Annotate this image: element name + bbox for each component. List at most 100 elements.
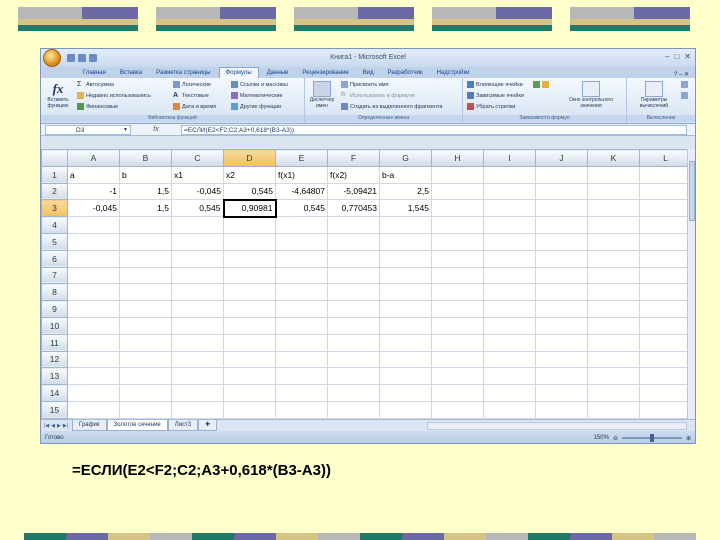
row-header[interactable]: 4 <box>41 216 68 234</box>
error-checking-icon[interactable] <box>542 81 549 88</box>
cell[interactable] <box>379 283 432 302</box>
cell[interactable] <box>431 316 484 335</box>
cell[interactable] <box>483 165 536 184</box>
cell[interactable] <box>119 384 172 402</box>
cell[interactable] <box>431 249 484 268</box>
logical-functions-button[interactable]: Логические <box>173 81 211 88</box>
cell[interactable] <box>587 199 640 218</box>
cell[interactable] <box>171 400 224 419</box>
cell[interactable] <box>379 384 432 402</box>
cell[interactable] <box>327 266 380 285</box>
cell[interactable] <box>483 182 536 201</box>
use-in-formula-button[interactable]: fx Использовать в формуле <box>341 92 415 99</box>
cell[interactable] <box>431 384 484 402</box>
cell[interactable] <box>171 283 224 302</box>
cell[interactable] <box>275 216 328 234</box>
cell[interactable] <box>483 249 536 268</box>
row-header[interactable]: 12 <box>41 350 68 369</box>
cell[interactable] <box>275 249 328 268</box>
cell[interactable] <box>639 232 692 251</box>
cell[interactable] <box>431 300 484 318</box>
cell[interactable] <box>587 249 640 268</box>
cell[interactable]: x1 <box>171 165 224 184</box>
cell[interactable] <box>587 367 640 386</box>
column-header[interactable]: D <box>223 149 276 167</box>
lookup-functions-button[interactable]: Ссылки и массивы <box>231 81 288 88</box>
cell[interactable] <box>535 249 588 268</box>
text-functions-button[interactable]: A Текстовые <box>173 92 209 99</box>
cell[interactable]: 0,770453 <box>327 199 380 218</box>
cell[interactable] <box>639 316 692 335</box>
cell[interactable] <box>431 216 484 234</box>
recent-functions-button[interactable]: Недавно использовались <box>77 92 151 99</box>
cell[interactable]: 0,90981 <box>222 198 277 218</box>
cell[interactable] <box>223 266 276 285</box>
cell[interactable] <box>587 232 640 251</box>
cell[interactable] <box>275 400 328 419</box>
cell[interactable]: 1,545 <box>379 199 432 218</box>
cell[interactable] <box>327 367 380 386</box>
cell[interactable] <box>223 367 276 386</box>
cell[interactable] <box>431 182 484 201</box>
show-formulas-icon[interactable] <box>533 81 540 88</box>
cell[interactable] <box>327 216 380 234</box>
cell[interactable] <box>639 367 692 386</box>
cell[interactable] <box>431 165 484 184</box>
cell[interactable] <box>67 350 120 369</box>
cell[interactable] <box>171 266 224 285</box>
row-header[interactable]: 5 <box>41 232 68 251</box>
row-header[interactable]: 7 <box>41 266 68 285</box>
cell[interactable] <box>483 350 536 369</box>
ribbon-tab[interactable]: Разработчик <box>382 68 429 78</box>
next-sheet-icon[interactable]: ▶ <box>57 423 61 429</box>
cell[interactable] <box>535 266 588 285</box>
cell[interactable] <box>587 333 640 352</box>
cell[interactable] <box>587 165 640 184</box>
cell[interactable] <box>535 400 588 419</box>
ribbon-tab[interactable]: Формулы <box>218 67 259 78</box>
cell[interactable] <box>327 400 380 419</box>
assign-name-button[interactable]: Присвоить имя <box>341 81 389 88</box>
cell[interactable] <box>223 333 276 352</box>
column-header[interactable]: F <box>327 149 380 167</box>
cell[interactable] <box>275 283 328 302</box>
cell[interactable] <box>535 283 588 302</box>
cell[interactable] <box>483 216 536 234</box>
cell[interactable] <box>639 249 692 268</box>
cell[interactable] <box>587 384 640 402</box>
cell[interactable] <box>171 316 224 335</box>
cell[interactable] <box>535 199 588 218</box>
cell[interactable] <box>223 216 276 234</box>
cell[interactable]: 1,5 <box>119 199 172 218</box>
cell[interactable]: 0,545 <box>223 182 276 201</box>
cell[interactable] <box>67 249 120 268</box>
cell[interactable] <box>587 400 640 419</box>
row-header[interactable]: 6 <box>41 249 68 268</box>
last-sheet-icon[interactable]: ▶| <box>63 423 68 429</box>
calc-options-button[interactable]: Параметры вычислений <box>629 81 679 109</box>
column-header[interactable]: K <box>587 149 640 167</box>
cell[interactable] <box>275 232 328 251</box>
ribbon-tab[interactable]: Вставка <box>114 68 148 78</box>
cell[interactable] <box>119 283 172 302</box>
cell[interactable] <box>327 300 380 318</box>
cell[interactable] <box>431 232 484 251</box>
cell[interactable] <box>171 333 224 352</box>
ribbon-tab[interactable]: Разметка страницы <box>150 68 216 78</box>
cell[interactable]: a <box>67 165 120 184</box>
cell[interactable] <box>483 333 536 352</box>
name-box[interactable]: D3 ▼ <box>45 124 131 135</box>
cell[interactable] <box>587 283 640 302</box>
more-functions-button[interactable]: Другие функции <box>231 103 281 110</box>
cell[interactable] <box>223 249 276 268</box>
cell[interactable] <box>535 350 588 369</box>
row-header[interactable]: 11 <box>41 333 68 352</box>
cell[interactable] <box>483 316 536 335</box>
ribbon-tab[interactable]: Главная <box>77 68 112 78</box>
cell[interactable] <box>535 300 588 318</box>
formula-input[interactable]: =ЕСЛИ(E2<F2;C2;A3+0,618*(B3-A3)) <box>181 124 687 135</box>
cell[interactable] <box>639 165 692 184</box>
row-header[interactable]: 3 <box>41 199 68 218</box>
cell[interactable] <box>535 384 588 402</box>
zoom-in-icon[interactable]: ⊕ <box>686 435 691 442</box>
